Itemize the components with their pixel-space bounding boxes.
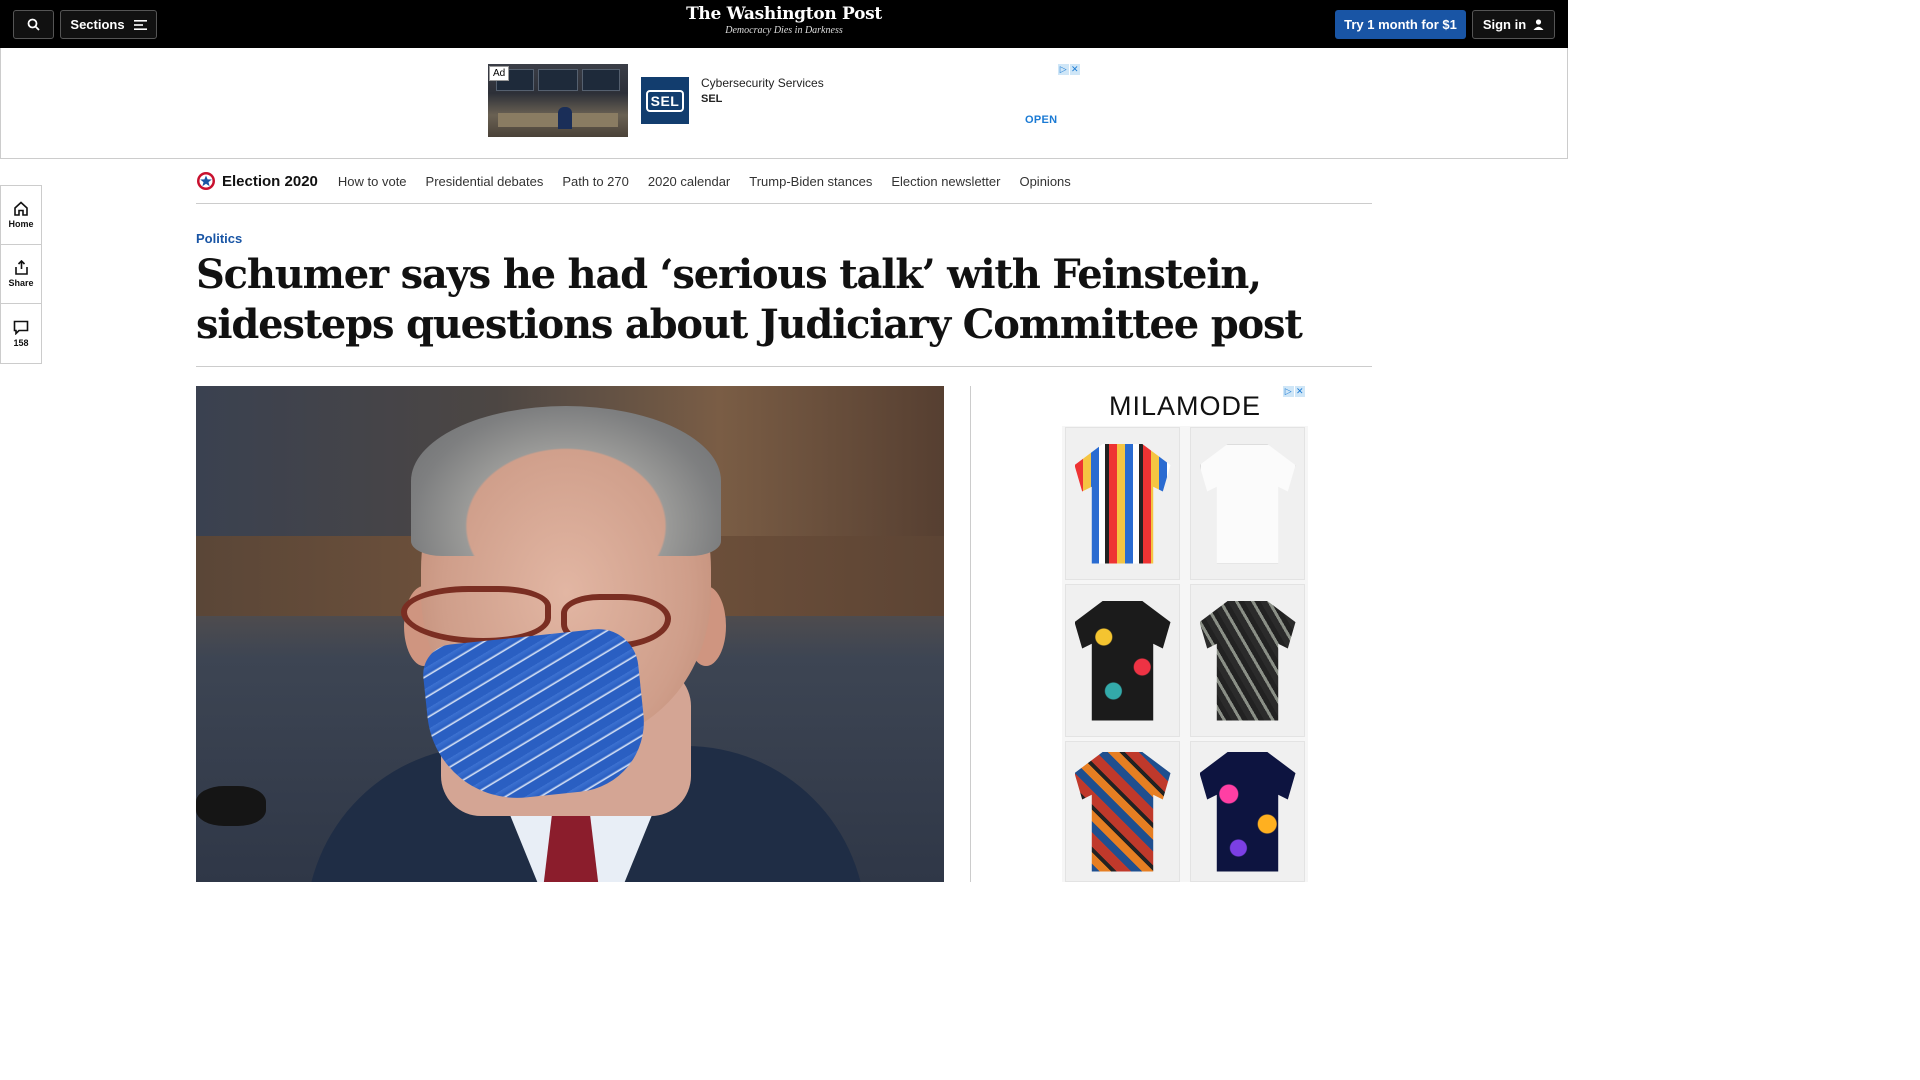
rail-home-label: Home [8,219,34,229]
ad-product-shirt[interactable] [1190,741,1305,882]
election-link-how-to-vote[interactable]: How to vote [338,174,407,189]
sign-in-button[interactable]: Sign in [1472,10,1555,39]
article-tool-rail: Home Share 158 [0,185,42,364]
home-icon [14,201,28,216]
election-link-debates[interactable]: Presidential debates [426,174,544,189]
ad-choices-icon[interactable]: ▷ ✕ [1058,64,1081,75]
share-icon [14,260,28,275]
ad-brand-logo[interactable]: SEL [641,77,689,124]
headline-divider [196,366,1372,367]
election-link-calendar[interactable]: 2020 calendar [648,174,730,189]
ad-product-shirt[interactable] [1065,427,1180,580]
sections-label: Sections [70,17,125,32]
election-link-newsletter[interactable]: Election newsletter [891,174,1000,189]
lead-photo[interactable] [196,386,944,882]
rail-share-label: Share [8,278,34,288]
election-subnav: Election 2020 How to vote Presidential d… [196,159,1372,204]
search-button[interactable] [13,10,54,39]
site-logo[interactable]: The Washington Post Democracy Dies in Da… [684,4,884,36]
search-icon [27,18,40,31]
ad-product-shirt[interactable] [1190,584,1305,737]
article-headline: Schumer says he had ‘serious talk’ with … [196,251,1303,348]
election-link-path-to-270[interactable]: Path to 270 [562,174,629,189]
logo-wordmark: The Washington Post [686,4,882,24]
ad-title[interactable]: Cybersecurity Services [701,76,824,90]
sign-in-label: Sign in [1482,17,1527,32]
hamburger-icon [133,19,147,30]
user-icon [1533,19,1544,30]
election-link-opinions[interactable]: Opinions [1019,174,1070,189]
article-kicker[interactable]: Politics [196,231,242,246]
rail-comments-button[interactable]: 158 [1,304,41,363]
ad-product-shirt[interactable] [1190,427,1305,580]
logo-tagline: Democracy Dies in Darkness [725,25,843,36]
election-star-icon [197,172,215,190]
sidebar-ad[interactable]: MILAMODE ▷ ✕ [1062,386,1308,882]
ad-product-shirt[interactable] [1065,741,1180,882]
comment-icon [13,320,29,335]
ad-label: Ad [489,66,510,81]
rail-home-button[interactable]: Home [1,186,41,245]
banner-ad: ▷ ✕ SEL Cybersecurity Services SEL OPEN [0,48,1568,159]
sections-menu-button[interactable]: Sections [60,10,157,39]
rail-share-button[interactable]: Share [1,245,41,304]
election-link-stances[interactable]: Trump-Biden stances [749,174,872,189]
sidebar-ad-brand: MILAMODE [1062,386,1308,426]
ad-open-button[interactable]: OPEN [1025,114,1057,126]
ad-logo-text: SEL [645,89,685,112]
sidebar-ad-choices-icon[interactable]: ▷ ✕ [1283,386,1306,397]
site-header: Sections The Washington Post Democracy D… [0,0,1568,48]
election-nav-title[interactable]: Election 2020 [222,173,318,190]
ad-brand: SEL [701,93,723,105]
ad-product-shirt[interactable] [1065,584,1180,737]
rail-comments-count: 158 [13,337,29,348]
column-divider [970,386,971,882]
subscribe-button[interactable]: Try 1 month for $1 [1335,10,1466,39]
